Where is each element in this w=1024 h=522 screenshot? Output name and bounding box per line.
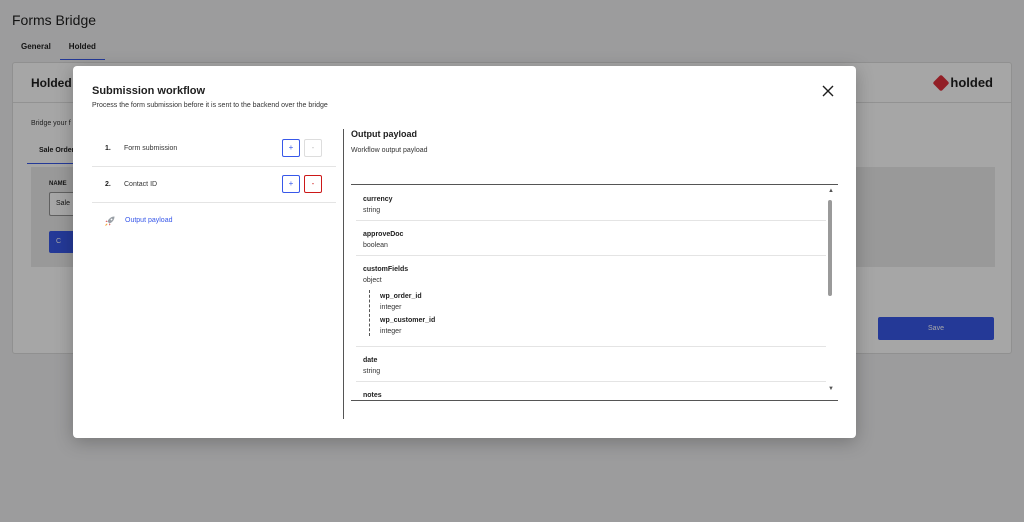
rocket-icon bbox=[105, 216, 115, 226]
workflow-step: 1. Form submission + - bbox=[92, 131, 336, 167]
field-type: boolean bbox=[363, 242, 388, 249]
output-payload-step[interactable]: Output payload bbox=[92, 203, 336, 239]
field-name: customFields bbox=[363, 266, 409, 273]
modal-title: Submission workflow bbox=[92, 85, 206, 97]
output-list-top-border bbox=[351, 184, 838, 185]
add-step-button[interactable]: + bbox=[282, 139, 300, 157]
submission-workflow-modal: Submission workflow Process the form sub… bbox=[73, 66, 856, 438]
field-type: string bbox=[363, 368, 381, 375]
nested-fields: wp_order_id integer wp_customer_id integ… bbox=[369, 290, 789, 336]
list-item: approveDoc boolean bbox=[356, 221, 826, 256]
list-item: customFields object wp_order_id integer … bbox=[356, 256, 826, 347]
output-payload-link[interactable]: Output payload bbox=[125, 217, 172, 224]
output-payload-panel: Output payload Workflow output payload c… bbox=[351, 129, 838, 401]
column-divider bbox=[343, 129, 344, 419]
scroll-down-icon[interactable]: ▼ bbox=[828, 386, 834, 392]
list-item: currency string bbox=[356, 186, 826, 221]
output-field-list[interactable]: currency string approveDoc boolean custo… bbox=[351, 186, 838, 398]
field-name: wp_customer_id bbox=[380, 317, 436, 324]
field-type: integer bbox=[380, 328, 402, 335]
field-type: object bbox=[363, 277, 382, 284]
close-button[interactable] bbox=[819, 82, 837, 100]
output-title: Output payload bbox=[351, 129, 417, 139]
field-name: wp_order_id bbox=[380, 293, 422, 300]
scrollbar[interactable]: ▲ ▼ bbox=[826, 186, 836, 398]
step-number: 2. bbox=[105, 181, 111, 188]
step-label[interactable]: Contact ID bbox=[124, 181, 157, 188]
workflow-steps: 1. Form submission + - 2. Contact ID + -… bbox=[92, 131, 336, 239]
remove-step-button[interactable]: - bbox=[304, 175, 322, 193]
scroll-up-icon[interactable]: ▲ bbox=[828, 188, 834, 194]
remove-step-button[interactable]: - bbox=[304, 139, 322, 157]
step-label[interactable]: Form submission bbox=[124, 145, 177, 152]
field-name: approveDoc bbox=[363, 231, 404, 238]
field-type: string bbox=[363, 207, 381, 214]
scrollbar-thumb[interactable] bbox=[828, 200, 832, 296]
output-list-bottom-border bbox=[351, 400, 838, 401]
list-item: notes bbox=[356, 382, 826, 398]
add-step-button[interactable]: + bbox=[282, 175, 300, 193]
modal-subtitle: Process the form submission before it is… bbox=[92, 102, 328, 109]
list-item: date string bbox=[356, 347, 826, 382]
output-subtitle: Workflow output payload bbox=[351, 147, 428, 154]
field-name: date bbox=[363, 357, 378, 364]
field-name: notes bbox=[363, 392, 382, 398]
workflow-step: 2. Contact ID + - bbox=[92, 167, 336, 203]
field-name: currency bbox=[363, 196, 393, 203]
field-type: integer bbox=[380, 304, 402, 311]
close-icon bbox=[822, 85, 834, 97]
step-number: 1. bbox=[105, 145, 111, 152]
